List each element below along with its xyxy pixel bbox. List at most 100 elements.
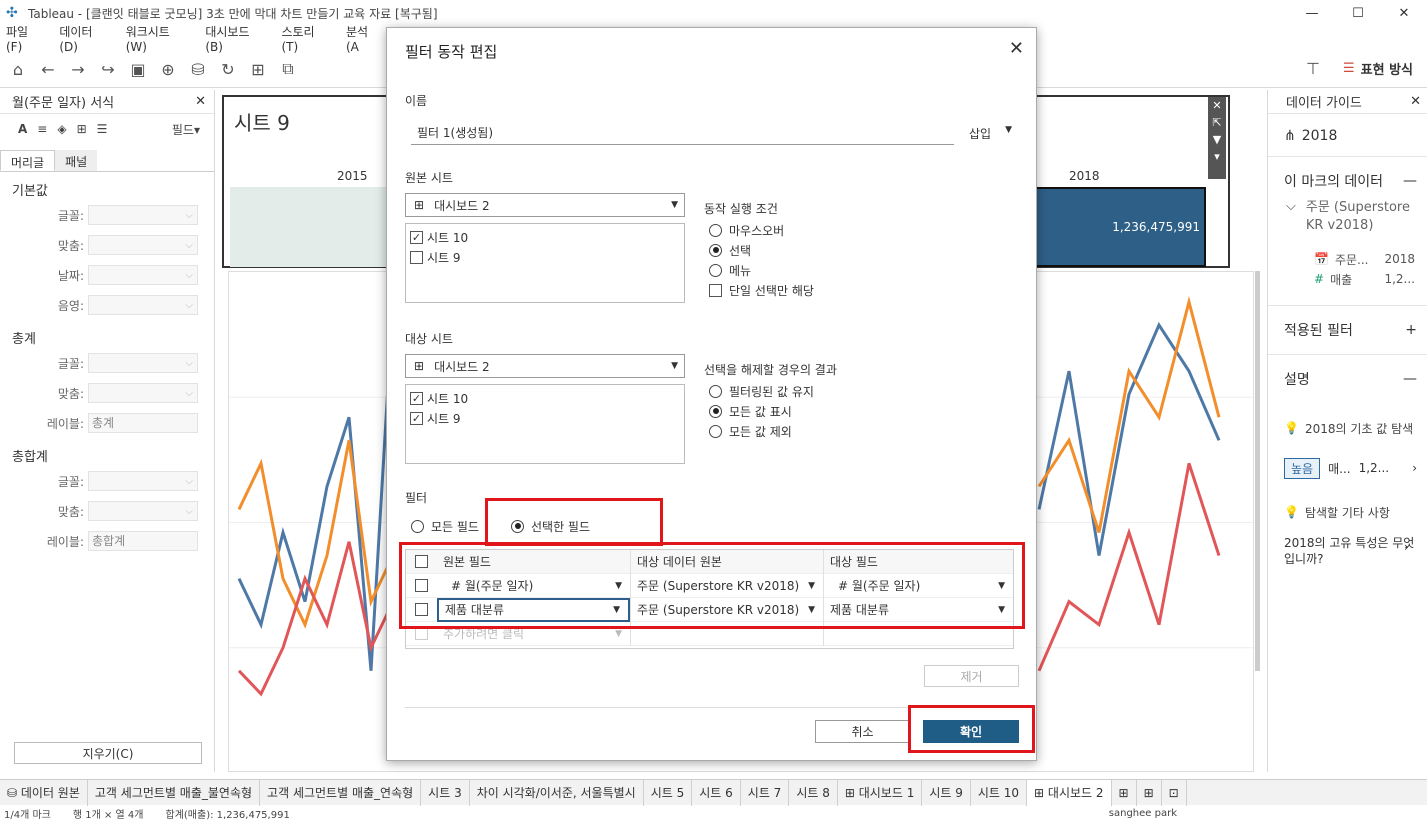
tab-sheet[interactable]: 차이 시각화/이서준, 서울특별시 [470,779,644,806]
tab-sheet[interactable]: 시트 5 [644,779,693,806]
add-icon[interactable]: + [1405,322,1417,338]
remove-icon[interactable]: ✕ [1212,99,1221,112]
new-sheet-icon[interactable]: ⊞ [1112,779,1137,806]
action-name-input[interactable]: 필터 1(생성됨) [411,123,954,145]
tab-pane[interactable]: 패널 [55,150,98,171]
list-item[interactable]: ✓ 시트 9 [410,408,680,428]
list-item[interactable]: ✓ 시트 10 [410,227,680,247]
presentation-icon[interactable]: ⊤ [1301,56,1325,80]
tab-sheet[interactable]: 시트 7 [741,779,790,806]
redo-icon[interactable]: ↪ [96,57,120,81]
datasource-icon[interactable]: ⛁ [186,57,210,81]
home-icon[interactable]: ⌂ [6,57,30,81]
new-sheet-icon[interactable]: ⊞ [246,57,270,81]
filter-all-fields[interactable]: 모든 필드 [411,516,479,536]
menu-worksheet[interactable]: 워크시트(W) [126,23,190,54]
insert-dropdown[interactable]: 삽입 ▼ [969,125,1012,142]
new-datasource-icon[interactable]: ⊕ [156,57,180,81]
clear-button[interactable]: 지우기(C) [14,742,202,764]
tab-sheet[interactable]: 시트 10 [971,779,1028,806]
remove-button[interactable]: 제거 [924,665,1019,687]
checkbox[interactable] [709,283,722,297]
shading-format-icon[interactable]: ◈ [57,122,66,136]
tab-sheet[interactable]: 고객 세그먼트별 매출_불연속형 [88,779,261,806]
tab-header[interactable]: 머리글 [0,150,56,171]
run-on-menu[interactable]: 메뉴 [709,260,814,280]
tab-dashboard[interactable]: ⊞ 대시보드 1 [838,779,923,806]
font-select[interactable]: ⌵ [88,205,198,225]
tab-sheet[interactable]: 시트 9 [922,779,971,806]
tab-dashboard-active[interactable]: ⊞ 대시보드 2 [1027,779,1112,806]
duplicate-icon[interactable]: ⧉ [276,57,300,81]
menu-story[interactable]: 스토리(T) [281,23,330,54]
chevron-down-icon[interactable]: ⌵ [1286,199,1296,235]
new-dashboard-icon[interactable]: ⊞ [1137,779,1162,806]
tab-sheet[interactable]: 시트 3 [421,779,470,806]
source-dashboard-select[interactable]: ⊞ 대시보드 2 ▼ [405,193,685,217]
date-select[interactable]: ⌵ [88,265,198,285]
close-window-button[interactable]: ✕ [1381,0,1427,26]
alignment-select[interactable]: ⌵ [88,383,198,403]
tab-sheet[interactable]: 시트 8 [789,779,838,806]
run-on-hover[interactable]: 마우스오버 [709,220,814,240]
single-select-option[interactable]: 단일 선택만 해당 [709,280,814,300]
close-icon[interactable]: ✕ [1009,38,1024,59]
menu-dashboard[interactable]: 대시보드(B) [205,23,265,54]
go-to-sheet-icon[interactable]: ⇱ [1212,116,1221,129]
radio-selected[interactable] [709,404,722,418]
menu-data[interactable]: 데이터(D) [59,23,109,54]
collapse-icon[interactable]: — [1403,173,1417,189]
checkbox-checked[interactable]: ✓ [410,230,423,244]
close-icon[interactable]: ✕ [195,94,206,109]
shading-select[interactable]: ⌵ [88,295,198,315]
show-me-button[interactable]: ☰ 표현 방식 [1343,59,1413,78]
font-select[interactable]: ⌵ [88,471,198,491]
chevron-right-icon[interactable]: › [1412,461,1417,475]
run-on-select[interactable]: 선택 [709,240,814,260]
checkbox-checked[interactable]: ✓ [410,391,423,405]
exclude-all-option[interactable]: 모든 값 제외 [709,421,814,441]
explore-link[interactable]: 2018의 기초 값 탐색 [1305,420,1413,437]
radio[interactable] [411,519,424,533]
tab-datasource[interactable]: ⛁ 데이터 원본 [0,779,88,806]
checkbox-checked[interactable]: ✓ [410,411,423,425]
radio[interactable] [709,263,722,277]
radio[interactable] [709,424,722,438]
filter-icon[interactable]: ▼ [1213,133,1221,146]
alignment-select[interactable]: ⌵ [88,235,198,255]
font-format-icon[interactable]: A [18,122,27,136]
show-all-option[interactable]: 모든 값 표시 [709,401,814,421]
forward-icon[interactable]: → [66,57,90,81]
borders-format-icon[interactable]: ⊞ [77,122,87,136]
label-field[interactable]: 총계 [88,413,198,433]
fields-dropdown[interactable]: 필드▾ [172,121,200,138]
alignment-select[interactable]: ⌵ [88,501,198,521]
checkbox[interactable] [410,250,423,264]
more-options-icon[interactable]: ▾ [1214,150,1220,163]
new-story-icon[interactable]: ⊡ [1162,779,1187,806]
menu-file[interactable]: 파일(F) [6,23,43,54]
question-text[interactable]: 2018의 고유 특성은 무엇입니까? [1268,535,1418,567]
target-dashboard-select[interactable]: ⊞ 대시보드 2 ▼ [405,354,685,378]
radio[interactable] [709,223,722,237]
font-select[interactable]: ⌵ [88,353,198,373]
list-item[interactable]: 시트 9 [410,247,680,267]
back-icon[interactable]: ← [36,57,60,81]
radio-selected[interactable] [709,243,722,257]
chevron-right-icon[interactable]: › [1404,540,1409,554]
list-item[interactable]: ✓ 시트 10 [410,388,680,408]
align-format-icon[interactable]: ≡ [37,122,47,136]
bar-2018[interactable]: 1,236,475,991 [1034,187,1206,267]
cancel-button[interactable]: 취소 [815,720,910,743]
vertical-scrollbar[interactable] [1255,271,1260,671]
keep-filtered-option[interactable]: 필터링된 값 유지 [709,381,814,401]
maximize-button[interactable]: ☐ [1335,0,1381,26]
other-link[interactable]: 탐색할 기타 사항 [1305,504,1390,521]
label-field[interactable]: 총합계 [88,531,198,551]
refresh-icon[interactable]: ↻ [216,57,240,81]
minimize-button[interactable]: — [1289,0,1335,26]
radio[interactable] [709,384,722,398]
tab-sheet[interactable]: 고객 세그먼트별 매출_연속형 [260,779,422,806]
menu-analysis[interactable]: 분석(A [346,23,380,54]
close-icon[interactable]: ✕ [1410,94,1421,109]
